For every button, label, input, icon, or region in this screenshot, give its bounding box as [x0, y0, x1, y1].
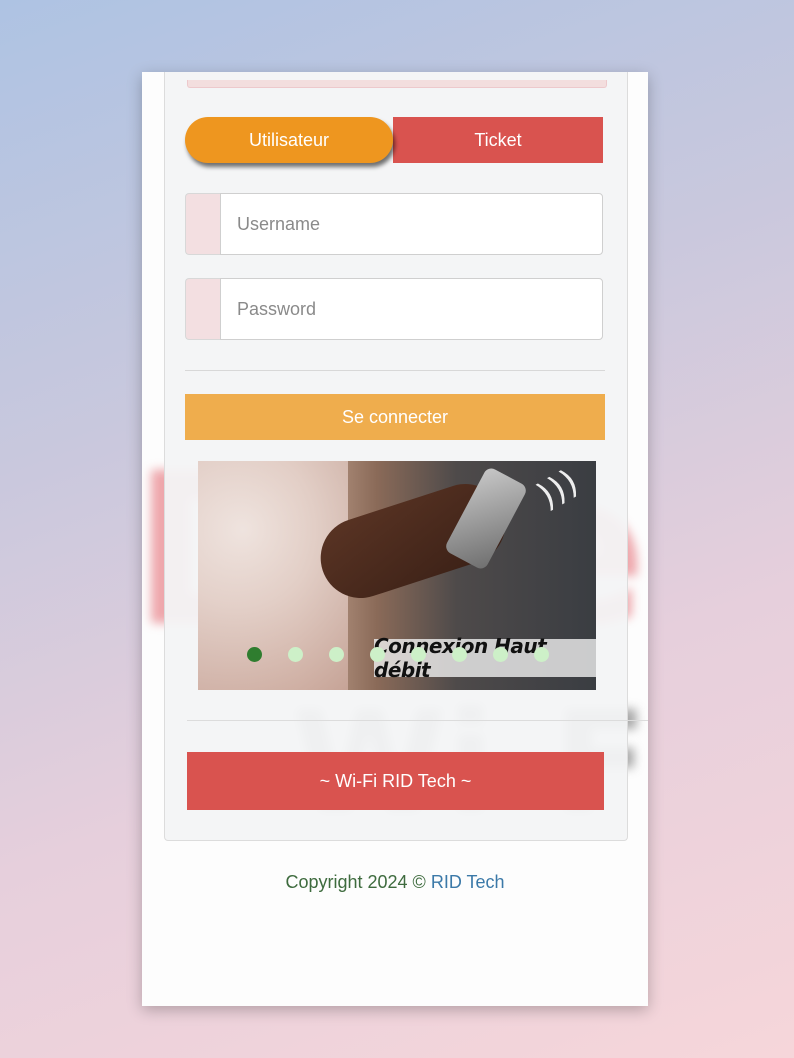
login-button[interactable]: Se connecter	[185, 394, 605, 440]
carousel-dot[interactable]	[370, 647, 385, 662]
password-field	[185, 278, 603, 340]
carousel-dot[interactable]	[288, 647, 303, 662]
carousel-dot[interactable]	[411, 647, 426, 662]
carousel-dot[interactable]	[247, 647, 262, 662]
login-card: DT e Wi-Fi 8 Utilisateur Ticket Se conne…	[142, 72, 648, 1006]
username-input[interactable]	[220, 193, 603, 255]
password-addon	[185, 278, 220, 340]
carousel-dot[interactable]	[329, 647, 344, 662]
carousel-dots	[247, 647, 549, 662]
login-mode-tabs: Utilisateur Ticket	[185, 116, 605, 164]
copyright-text: Copyright 2024 ©	[285, 872, 426, 892]
tab-utilisateur[interactable]: Utilisateur	[185, 117, 393, 163]
username-addon	[185, 193, 220, 255]
login-panel: Utilisateur Ticket Se connecter ))) Conn…	[164, 72, 648, 841]
top-alert-strip	[187, 80, 607, 88]
carousel-dot[interactable]	[534, 647, 549, 662]
carousel-dot[interactable]	[452, 647, 467, 662]
wifi-rid-tech-button[interactable]: ~ Wi-Fi RID Tech ~	[187, 752, 604, 810]
carousel-dot[interactable]	[493, 647, 508, 662]
banner-carousel[interactable]: ))) Connexion Haut débit	[198, 461, 596, 690]
username-field	[185, 193, 603, 255]
form-divider	[185, 370, 605, 371]
footer-divider	[187, 720, 648, 721]
wifi-signal-icon: )))	[530, 461, 586, 517]
copyright-link[interactable]: RID Tech	[431, 872, 505, 892]
copyright: Copyright 2024 © RID Tech	[142, 872, 648, 893]
password-input[interactable]	[220, 278, 603, 340]
tab-ticket[interactable]: Ticket	[393, 117, 603, 163]
